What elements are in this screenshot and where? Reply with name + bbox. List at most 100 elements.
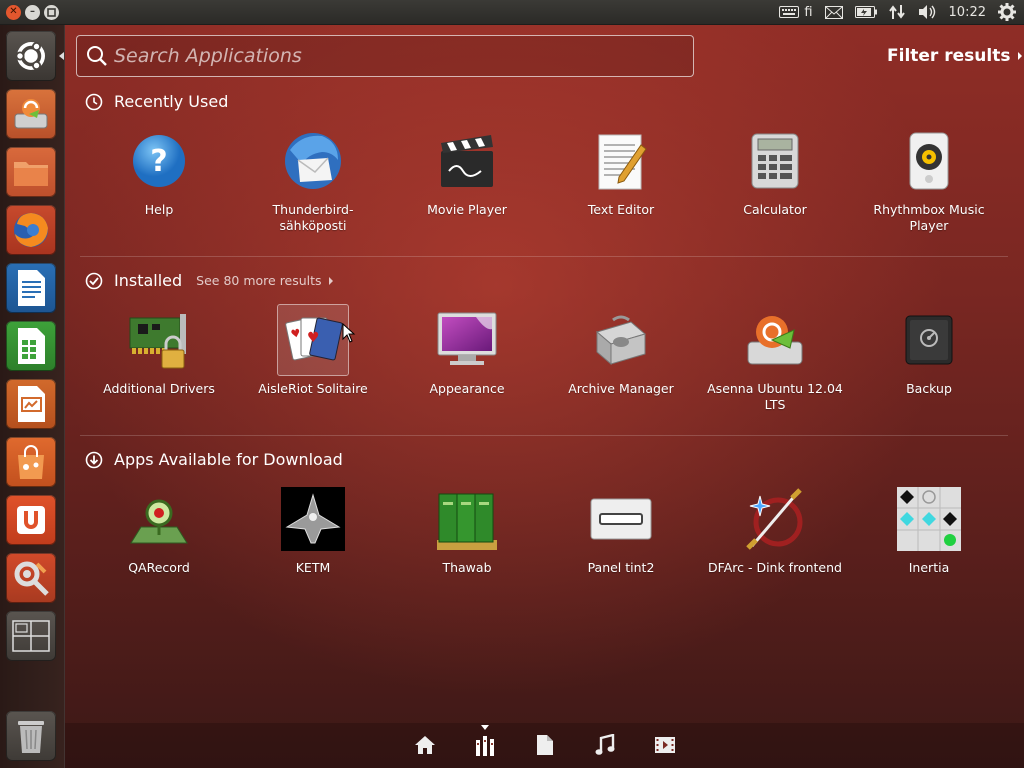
chevron-right-icon (1018, 52, 1023, 60)
launcher-install-ubuntu[interactable] (6, 89, 56, 139)
app-tile-inertia[interactable]: Inertia (859, 484, 999, 576)
network-indicator[interactable] (888, 0, 905, 24)
minimize-button[interactable]: – (25, 4, 40, 20)
launcher (0, 25, 65, 768)
section-recently-used-header[interactable]: Recently Used (85, 92, 228, 111)
launcher-libreoffice-calc[interactable] (6, 321, 56, 371)
calculator-icon (751, 133, 799, 189)
app-tile-dfarc[interactable]: DFArc - Dink frontend (705, 484, 845, 576)
app-label: KETM (295, 560, 331, 575)
settings-tools-icon (14, 561, 49, 596)
section-title: Installed (114, 271, 183, 290)
search-input[interactable] (108, 37, 693, 75)
app-tile-help[interactable]: ? Help (89, 126, 229, 218)
lens-music-button[interactable] (593, 733, 617, 757)
launcher-dash-button[interactable] (6, 31, 56, 81)
music-note-icon (595, 734, 615, 755)
lens-video-button[interactable] (653, 733, 677, 757)
close-button[interactable]: ✕ (6, 4, 21, 20)
app-tile-aisleriot-solitaire[interactable]: ♥ ♥ AisleRiot Solitaire (243, 304, 383, 397)
battery-icon (854, 6, 877, 18)
envelope-icon (824, 5, 843, 19)
launcher-libreoffice-writer[interactable] (6, 263, 56, 313)
chevron-right-icon (328, 276, 333, 285)
see-more-results-link[interactable]: See 80 more results (196, 273, 333, 288)
ubuntu-one-icon (17, 506, 45, 534)
launcher-files[interactable] (6, 147, 56, 197)
svg-text:♥: ♥ (307, 330, 320, 346)
search-icon (87, 46, 107, 66)
app-tile-panel-tint2[interactable]: Panel tint2 (551, 484, 691, 576)
text-editor-icon (598, 134, 647, 190)
app-tile-ketm[interactable]: KETM (243, 484, 383, 576)
maximize-icon (47, 7, 56, 17)
calc-spreadsheet-icon (18, 328, 45, 364)
app-tile-text-editor[interactable]: Text Editor (551, 126, 691, 218)
impress-presentation-icon (18, 386, 45, 422)
workspace-switcher-icon (12, 620, 50, 652)
launcher-firefox[interactable] (6, 205, 56, 255)
messaging-indicator[interactable] (824, 0, 843, 24)
backup-safe-icon (905, 315, 953, 365)
app-tile-thunderbird[interactable]: Thunderbird-sähköposti (243, 126, 383, 234)
lens-home-button[interactable] (413, 733, 437, 757)
app-tile-install-ubuntu[interactable]: Asenna Ubuntu 12.04 LTS (705, 305, 845, 413)
app-tile-qarecord[interactable]: QARecord (89, 484, 229, 576)
keyboard-layout-label: fi (804, 4, 813, 20)
trash-icon (18, 721, 44, 753)
launcher-libreoffice-impress[interactable] (6, 379, 56, 429)
launcher-ubuntu-one[interactable] (6, 495, 56, 545)
launcher-trash[interactable] (6, 711, 56, 761)
app-label: Thunderbird-sähköposti (272, 202, 354, 233)
firefox-icon (14, 213, 48, 247)
app-tile-archive-manager[interactable]: Archive Manager (551, 305, 691, 397)
section-installed-header[interactable]: Installed See 80 more results (85, 271, 333, 290)
search-box[interactable] (76, 35, 694, 77)
app-label: Inertia (908, 560, 950, 575)
thunderbird-icon (285, 133, 341, 189)
section-download-header[interactable]: Apps Available for Download (85, 450, 343, 469)
app-label: Text Editor (587, 202, 655, 217)
app-tile-calculator[interactable]: Calculator (705, 126, 845, 218)
launcher-workspace-switcher[interactable] (6, 611, 56, 661)
battery-indicator[interactable] (854, 0, 877, 24)
film-strip-icon (655, 737, 675, 753)
app-tile-movie-player[interactable]: Movie Player (397, 126, 537, 218)
file-icon (537, 735, 553, 755)
rhythmbox-icon (909, 132, 949, 190)
app-tile-backup[interactable]: Backup (859, 305, 999, 397)
app-tile-rhythmbox[interactable]: Rhythmbox Music Player (859, 126, 999, 234)
checkmark-circle-icon (85, 272, 103, 289)
launcher-active-arrow (59, 52, 64, 60)
app-tile-thawab[interactable]: Thawab (397, 484, 537, 576)
thawab-books-icon (437, 493, 497, 550)
filter-results-button[interactable]: Filter results (887, 46, 1023, 66)
launcher-software-center[interactable] (6, 437, 56, 487)
dash-overlay: Filter results Recently Used ? Help Thun… (65, 25, 1024, 768)
clock-indicator[interactable]: 10:22 (949, 0, 986, 24)
maximize-button[interactable] (44, 4, 59, 20)
install-ubuntu-icon (14, 99, 48, 129)
app-label: AisleRiot Solitaire (258, 381, 368, 396)
clock-icon (85, 93, 103, 110)
writer-document-icon (18, 270, 45, 306)
app-label: DFArc - Dink frontend (708, 560, 842, 575)
tint2-panel-icon (590, 498, 652, 540)
install-ubuntu-icon (747, 316, 803, 365)
app-label: Archive Manager (568, 381, 674, 396)
launcher-system-settings[interactable] (6, 553, 56, 603)
see-more-label: See 80 more results (196, 273, 322, 288)
archive-manager-icon (595, 315, 647, 366)
folder-icon (14, 162, 48, 186)
session-indicator[interactable] (998, 0, 1016, 24)
inertia-icon (897, 487, 961, 551)
app-tile-additional-drivers[interactable]: Additional Drivers (89, 305, 229, 397)
sound-indicator[interactable] (917, 0, 937, 24)
indicator-area: fi 10:22 (773, 0, 1024, 24)
lens-applications-button[interactable] (473, 725, 497, 757)
ubuntu-logo-icon (15, 42, 45, 70)
lens-files-button[interactable] (533, 733, 557, 757)
app-tile-appearance[interactable]: Appearance (397, 305, 537, 397)
dfarc-icon (746, 488, 803, 550)
keyboard-indicator[interactable]: fi (779, 0, 813, 24)
